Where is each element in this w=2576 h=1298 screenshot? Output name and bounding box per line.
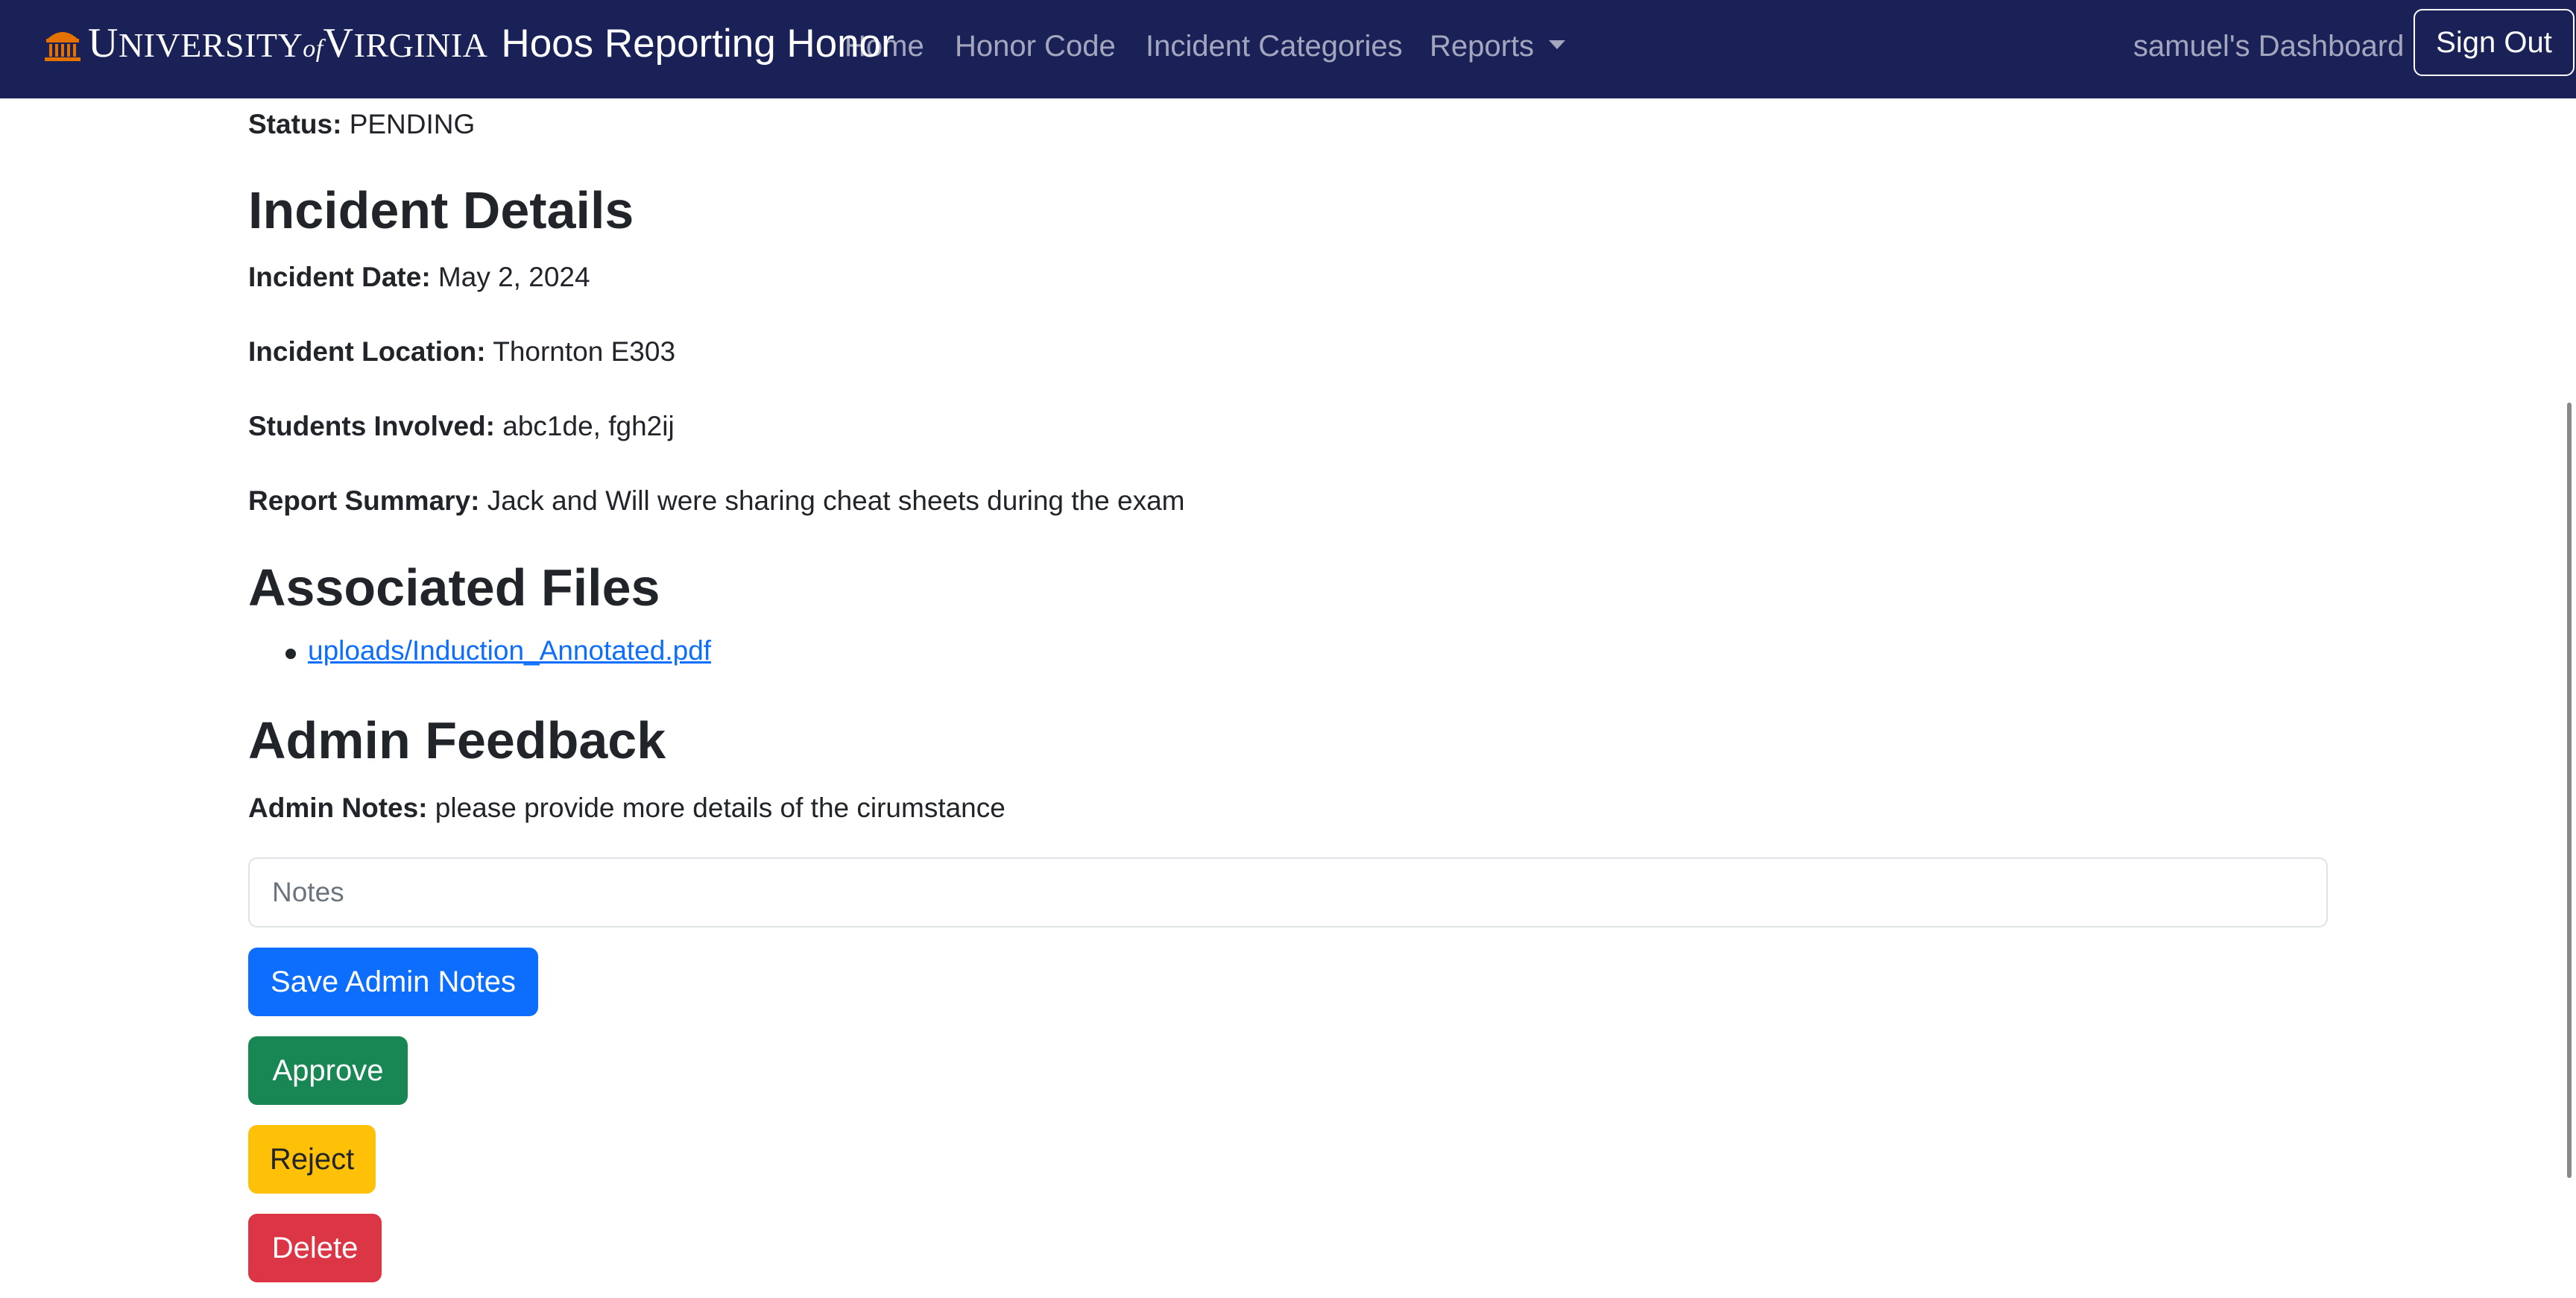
admin-feedback-heading: Admin Feedback [248, 711, 666, 769]
report-summary-line: Report Summary: Jack and Will were shari… [248, 485, 1184, 517]
notes-input[interactable] [248, 857, 2328, 927]
report-summary-label: Report Summary: [248, 485, 480, 516]
rotunda-icon [45, 32, 80, 61]
admin-notes-value: please provide more details of the cirum… [435, 793, 1006, 823]
incident-date-value: May 2, 2024 [438, 262, 590, 292]
students-involved-value: abc1de, fgh2ij [502, 411, 675, 441]
brand[interactable]: UNIVERSITYofVIRGINIA Hoos Reporting Hono… [43, 19, 894, 67]
report-summary-value: Jack and Will were sharing cheat sheets … [487, 485, 1185, 516]
scrollbar-thumb[interactable] [2567, 403, 2572, 1178]
status-line: Status: PENDING [248, 109, 475, 140]
sign-out-button[interactable]: Sign Out [2414, 9, 2575, 76]
top-navbar: UNIVERSITYofVIRGINIA Hoos Reporting Hono… [0, 0, 2576, 98]
nav-incident-categories[interactable]: Incident Categories [1146, 30, 1403, 63]
site-title[interactable]: Hoos Reporting Honor [501, 21, 894, 66]
incident-location-label: Incident Location: [248, 336, 486, 367]
incident-location-line: Incident Location: Thornton E303 [248, 336, 675, 368]
uva-logo: UNIVERSITYofVIRGINIA [43, 19, 487, 67]
nav-reports-dropdown[interactable]: Reports [1430, 30, 1566, 63]
save-admin-notes-button[interactable]: Save Admin Notes [248, 948, 538, 1016]
reject-button[interactable]: Reject [248, 1125, 376, 1194]
students-involved-line: Students Involved: abc1de, fgh2ij [248, 411, 675, 442]
incident-date-line: Incident Date: May 2, 2024 [248, 262, 590, 293]
incident-location-value: Thornton E303 [493, 336, 676, 367]
status-label: Status: [248, 109, 342, 139]
file-link[interactable]: uploads/Induction_Annotated.pdf [308, 635, 711, 667]
admin-notes-label: Admin Notes: [248, 793, 428, 823]
delete-button[interactable]: Delete [248, 1214, 382, 1282]
nav-home[interactable]: Home [845, 30, 924, 63]
nav-dashboard[interactable]: samuel's Dashboard [2133, 30, 2404, 63]
nav-reports-label: Reports [1430, 30, 1535, 63]
associated-files-heading: Associated Files [248, 558, 660, 617]
uva-wordmark: UNIVERSITYofVIRGINIA [88, 20, 488, 66]
approve-button[interactable]: Approve [248, 1036, 408, 1105]
caret-down-icon [1549, 40, 1566, 49]
incident-details-heading: Incident Details [248, 181, 634, 239]
status-value: PENDING [349, 109, 476, 139]
admin-notes-line: Admin Notes: please provide more details… [248, 793, 1006, 824]
students-involved-label: Students Involved: [248, 411, 495, 441]
incident-date-label: Incident Date: [248, 262, 431, 292]
nav-honor-code[interactable]: Honor Code [955, 30, 1116, 63]
list-bullet [285, 649, 296, 659]
